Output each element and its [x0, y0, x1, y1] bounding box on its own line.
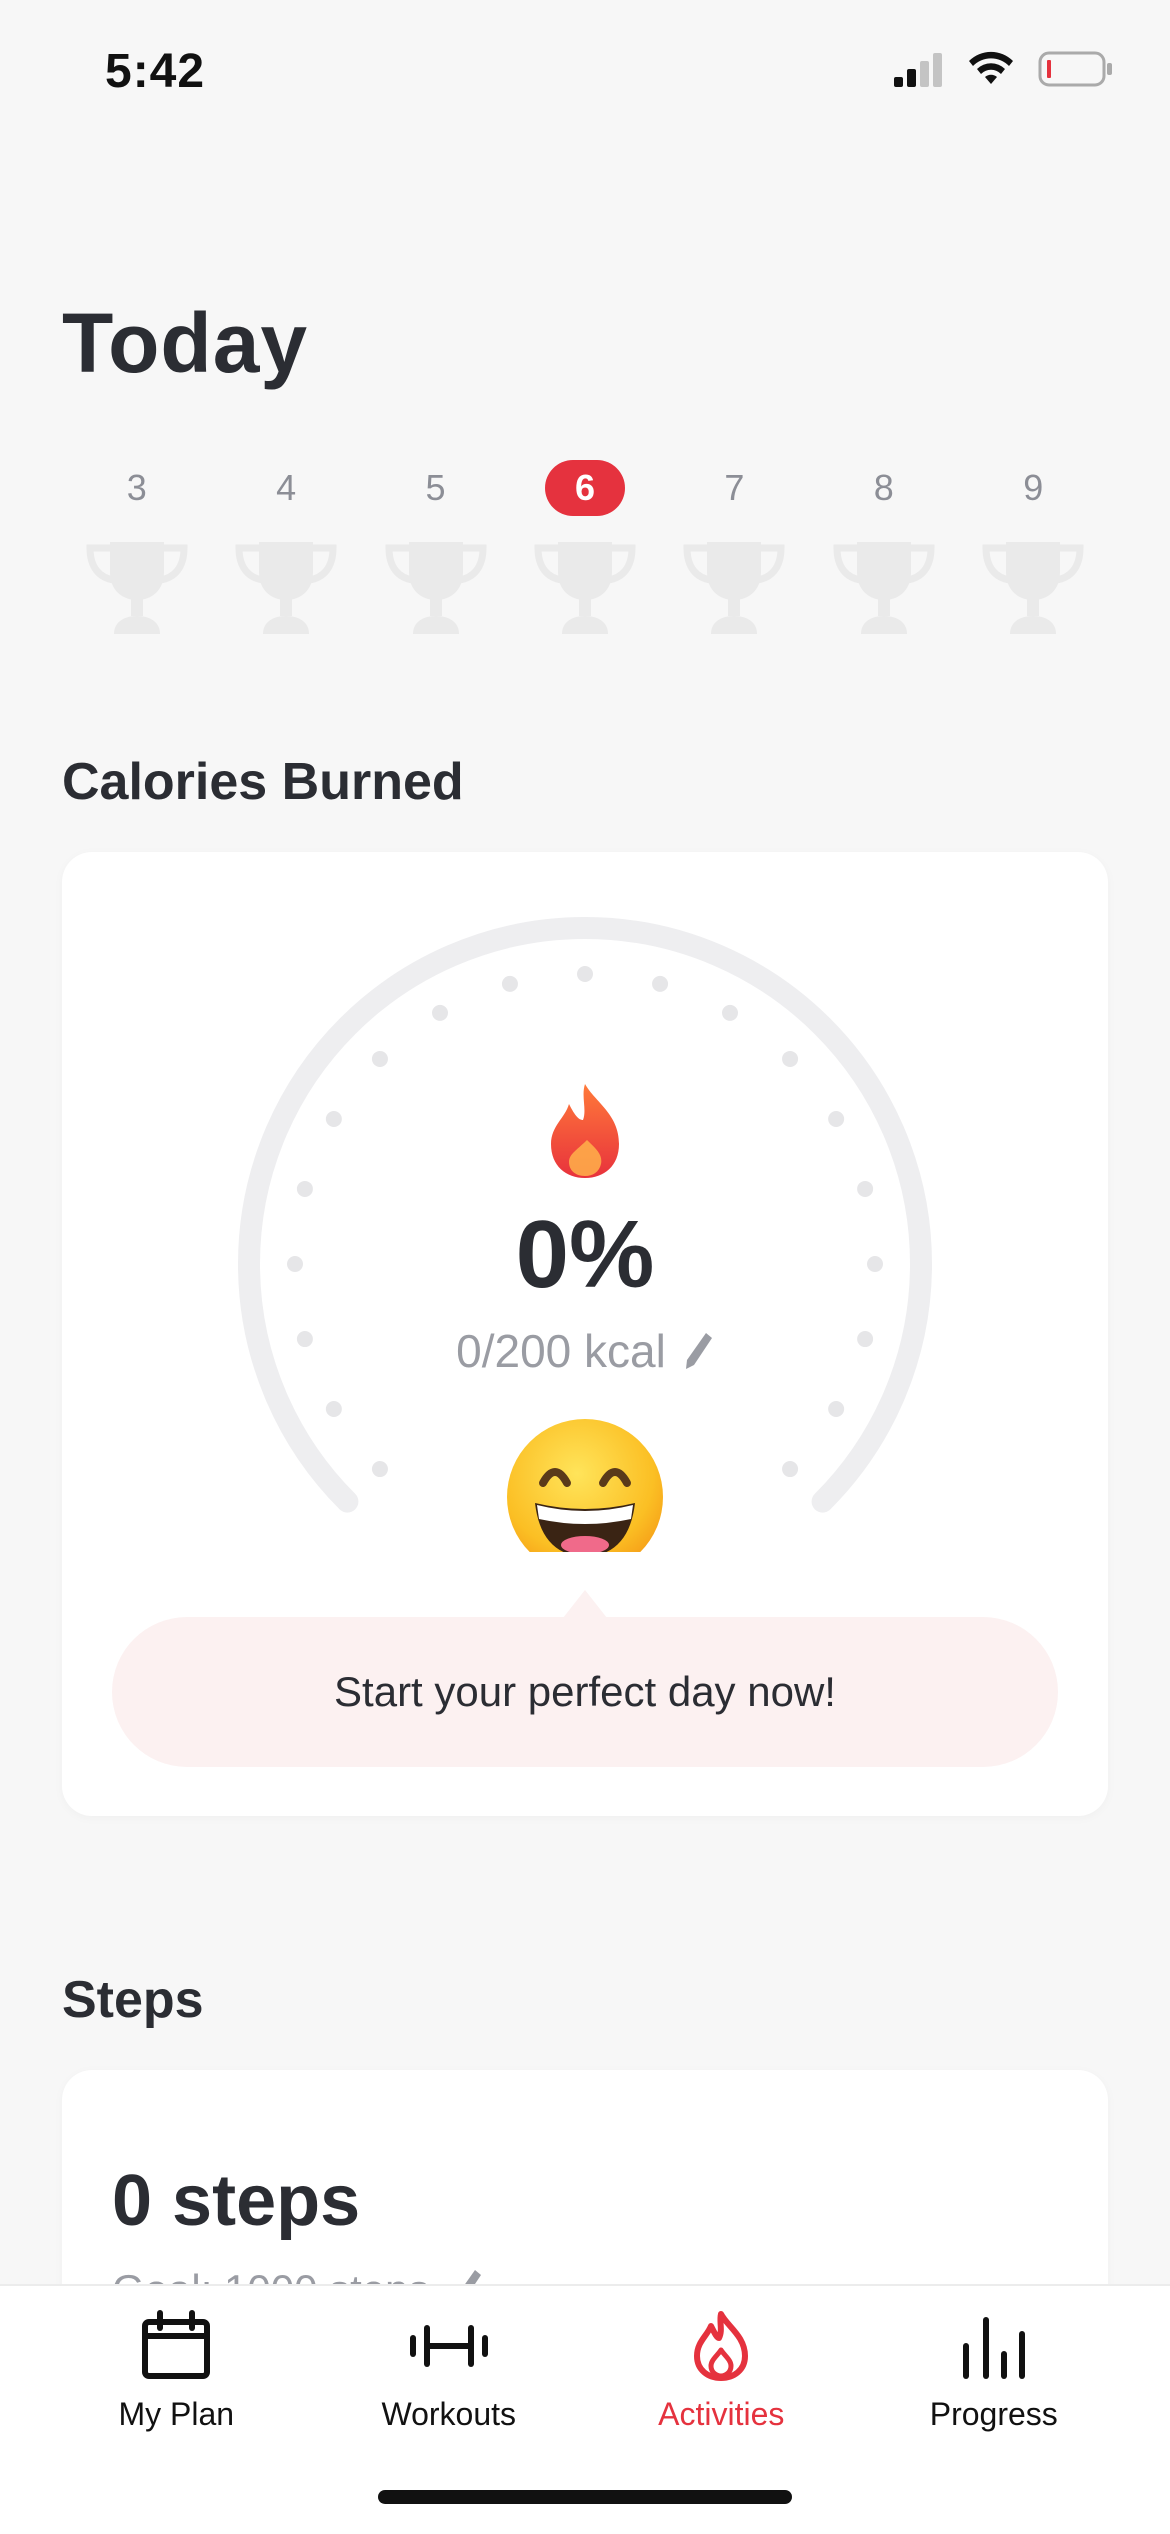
- gauge-tick-dot: [652, 975, 669, 992]
- gauge-tick-dot: [828, 1401, 845, 1417]
- battery-icon: [1038, 51, 1112, 87]
- gauge-tick-dot: [371, 1461, 388, 1478]
- status-time: 5:42: [105, 45, 206, 98]
- trophy-icon: [530, 538, 640, 643]
- flame-icon: [551, 1084, 619, 1178]
- gauge-tick-dot: [501, 975, 518, 992]
- calories-kcal-row[interactable]: 0/200 kcal: [62, 1324, 1108, 1382]
- day-8[interactable]: 8: [809, 460, 958, 643]
- trophy-icon: [679, 538, 789, 643]
- motivation-message: Start your perfect day now!: [112, 1617, 1058, 1767]
- edit-pencil-icon[interactable]: [684, 1328, 714, 1382]
- page-title: Today: [62, 296, 309, 390]
- day-7[interactable]: 7: [660, 460, 809, 643]
- day-number: 3: [126, 467, 147, 508]
- tab-activities[interactable]: Activities: [601, 2286, 841, 2433]
- dumbbell-icon: [409, 2325, 488, 2367]
- tab-my-plan[interactable]: My Plan: [56, 2286, 296, 2433]
- calories-card: 0% 0/200 kcal Start your perfect day now…: [62, 852, 1108, 1816]
- tab-label: Activities: [658, 2396, 785, 2432]
- gauge-tick-dot: [432, 1004, 448, 1021]
- day-9[interactable]: 9: [959, 460, 1108, 643]
- tab-progress[interactable]: Progress: [874, 2286, 1114, 2433]
- calendar-icon: [142, 2310, 211, 2379]
- flame-icon: [694, 2311, 749, 2381]
- gauge-tick-dot: [325, 1111, 342, 1127]
- calories-kcal-text: 0/200 kcal: [456, 1325, 666, 1377]
- gauge-tick-dot: [828, 1111, 845, 1127]
- gauge-tick-dot: [782, 1050, 799, 1067]
- day-4[interactable]: 4: [211, 460, 360, 643]
- cellular-signal-icon: [894, 53, 942, 87]
- speech-bubble-tip: [563, 1590, 607, 1618]
- gauge-tick-dot: [325, 1401, 342, 1417]
- steps-section-title: Steps: [62, 1971, 204, 2029]
- gauge-tick-dot: [782, 1461, 799, 1478]
- day-number: 4: [276, 467, 297, 508]
- day-number: 8: [873, 467, 894, 508]
- trophy-icon: [381, 538, 491, 643]
- home-indicator: [378, 2490, 792, 2504]
- tab-workouts[interactable]: Workouts: [329, 2286, 569, 2433]
- steps-value: 0 steps: [112, 2161, 361, 2241]
- gauge-tick-dot: [296, 1180, 313, 1197]
- tab-label: My Plan: [118, 2396, 235, 2432]
- gauge-tick-dot: [577, 966, 593, 982]
- wifi-icon: [969, 51, 1013, 84]
- day-3[interactable]: 3: [62, 460, 211, 643]
- day-5[interactable]: 5: [361, 460, 510, 643]
- day-6[interactable]: 6: [510, 460, 659, 643]
- day-number: 5: [425, 467, 446, 508]
- tab-label: Progress: [929, 2396, 1058, 2432]
- trophy-icon: [978, 538, 1088, 643]
- gauge-tick-dot: [371, 1050, 388, 1067]
- day-number: 9: [1023, 467, 1044, 508]
- day-number: 7: [724, 467, 745, 508]
- trophy-icon: [82, 538, 192, 643]
- trophy-icon: [829, 538, 939, 643]
- calories-section-title: Calories Burned: [62, 753, 464, 811]
- gauge-tick-dot: [857, 1180, 874, 1197]
- bar-chart-icon: [962, 2317, 1025, 2379]
- status-icons: [892, 50, 1114, 88]
- day-number: 6: [544, 460, 625, 516]
- week-day-selector: 3 4 5 6 7 8 9: [62, 460, 1108, 643]
- tab-label: Workouts: [381, 2396, 517, 2432]
- grinning-face-emoji-icon: [507, 1419, 663, 1552]
- trophy-icon: [231, 538, 341, 643]
- calories-percent: 0%: [515, 1201, 655, 1308]
- gauge-tick-dot: [722, 1004, 738, 1021]
